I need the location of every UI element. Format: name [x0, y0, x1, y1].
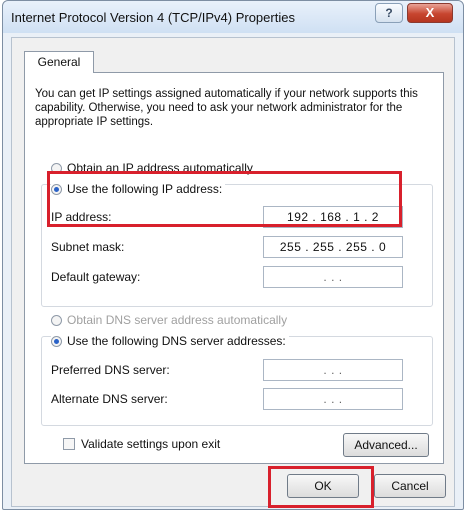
obtain-ip-auto-radio[interactable] [51, 162, 62, 174]
obtain-ip-auto-label: Obtain an IP address automatically [67, 161, 253, 175]
obtain-ip-auto-option[interactable]: Obtain an IP address automatically [51, 161, 253, 175]
dialog-content: General You can get IP settings assigned… [11, 37, 455, 507]
cancel-button[interactable]: Cancel [374, 474, 446, 498]
use-following-dns-option[interactable]: Use the following DNS server addresses: [51, 334, 289, 348]
advanced-button[interactable]: Advanced... [343, 433, 429, 457]
close-button[interactable]: X [407, 3, 453, 23]
ok-button[interactable]: OK [287, 474, 359, 498]
obtain-dns-auto-label: Obtain DNS server address automatically [67, 313, 288, 327]
subnet-mask-label: Subnet mask: [51, 240, 125, 254]
tab-general[interactable]: General [24, 51, 94, 73]
general-panel: You can get IP settings assigned automat… [24, 72, 444, 464]
alternate-dns-field[interactable]: . . . [263, 388, 403, 410]
use-following-ip-option[interactable]: Use the following IP address: [51, 182, 226, 196]
dialog-title: Internet Protocol Version 4 (TCP/IPv4) P… [11, 10, 295, 25]
use-following-ip-label: Use the following IP address: [67, 182, 223, 196]
preferred-dns-field[interactable]: . . . [263, 359, 403, 381]
help-button[interactable]: ? [375, 3, 403, 23]
obtain-dns-auto-option[interactable]: Obtain DNS server address automatically [51, 313, 287, 327]
use-following-ip-radio[interactable] [51, 183, 62, 195]
default-gateway-field[interactable]: . . . [263, 266, 403, 288]
alternate-dns-label: Alternate DNS server: [51, 392, 168, 406]
default-gateway-label: Default gateway: [51, 270, 141, 284]
validate-settings-label: Validate settings upon exit [81, 437, 221, 451]
obtain-dns-auto-radio[interactable] [51, 314, 62, 326]
dns-server-group [41, 336, 433, 426]
subnet-mask-field[interactable]: 255 . 255 . 255 . 0 [263, 236, 403, 258]
ip-address-label: IP address: [51, 210, 112, 224]
preferred-dns-label: Preferred DNS server: [51, 363, 170, 377]
validate-settings-option[interactable]: Validate settings upon exit [63, 437, 220, 451]
intro-text: You can get IP settings assigned automat… [35, 88, 418, 128]
validate-settings-checkbox[interactable] [63, 438, 75, 450]
use-following-dns-label: Use the following DNS server addresses: [67, 334, 286, 348]
properties-dialog: Internet Protocol Version 4 (TCP/IPv4) P… [2, 0, 464, 510]
use-following-dns-radio[interactable] [51, 335, 62, 347]
ip-address-field[interactable]: 192 . 168 . 1 . 2 [263, 206, 403, 228]
title-bar[interactable]: Internet Protocol Version 4 (TCP/IPv4) P… [3, 1, 463, 33]
